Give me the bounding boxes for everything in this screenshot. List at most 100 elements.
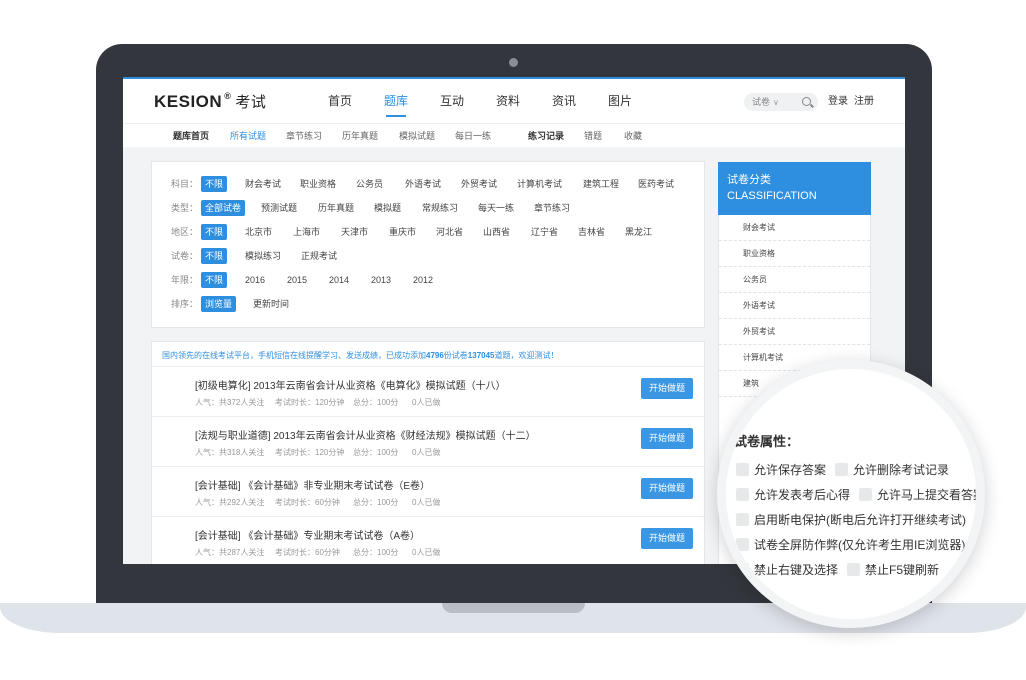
- subnav-past-exams[interactable]: 历年真题: [342, 124, 378, 148]
- filter-label: 科目：: [171, 179, 199, 189]
- start-exam-button[interactable]: 开始做题: [641, 378, 693, 399]
- filter-option[interactable]: 外语考试: [401, 176, 445, 192]
- search-icon[interactable]: [802, 97, 811, 106]
- exam-done-count: 0人已做: [412, 448, 441, 457]
- exam-popularity: 人气：共287人关注: [195, 548, 265, 557]
- question-count: 137045: [467, 351, 495, 360]
- option-allow-delete-records[interactable]: 允许删除考试记录: [835, 462, 949, 478]
- filter-option[interactable]: 章节练习: [530, 200, 574, 216]
- filter-option[interactable]: 预测试题: [257, 200, 301, 216]
- exam-title[interactable]: [会计基础] 《会计基础》非专业期末考试试卷（E卷）: [195, 477, 430, 492]
- sidebar-item[interactable]: 财会考试: [719, 215, 870, 241]
- checkbox-icon[interactable]: [736, 563, 749, 576]
- checkbox-icon[interactable]: [847, 563, 860, 576]
- subnav-bank-home[interactable]: 题库首页: [173, 124, 209, 148]
- filter-option[interactable]: 山西省: [479, 224, 514, 240]
- list-item: [法规与职业道德] 2013年云南省会计从业资格《财经法规》模拟试题（十二） 人…: [152, 417, 704, 467]
- filter-option[interactable]: 重庆市: [385, 224, 420, 240]
- search-box[interactable]: 试卷 ∨: [744, 93, 818, 111]
- filter-row-paper: 试卷： 不限 模拟练习 正规考试: [152, 247, 706, 265]
- start-exam-button[interactable]: 开始做题: [641, 528, 693, 549]
- filter-option[interactable]: 黑龙江: [621, 224, 656, 240]
- logo-cn-text: 考试: [235, 94, 267, 111]
- filter-option[interactable]: 常规练习: [418, 200, 462, 216]
- checkbox-icon[interactable]: [736, 513, 749, 526]
- filter-option[interactable]: 河北省: [432, 224, 467, 240]
- option-power-failure-protection[interactable]: 启用断电保护(断电后允许打开继续考试): [736, 512, 966, 528]
- filter-option[interactable]: 历年真题: [314, 200, 358, 216]
- option-allow-submit-view-answers[interactable]: 允许马上提交看答案: [859, 487, 976, 503]
- subnav-all-questions[interactable]: 所有试题: [230, 124, 266, 148]
- filter-option[interactable]: 天津市: [337, 224, 372, 240]
- site-logo[interactable]: KESION ® 考试: [154, 91, 266, 112]
- option-disable-f5-refresh[interactable]: 禁止F5键刷新: [847, 562, 939, 578]
- checkbox-icon[interactable]: [859, 488, 872, 501]
- checkbox-icon[interactable]: [736, 463, 749, 476]
- filter-option[interactable]: 全部试卷: [201, 200, 246, 216]
- magnifier-callout: 试卷属性： 允许保存答案 允许删除考试记录 允许发表考后心得 允许马上提交看答案…: [717, 360, 985, 628]
- subnav-wrong-questions[interactable]: 错题: [584, 124, 602, 148]
- site-header: KESION ® 考试 首页 题库 互动 资料 资讯 图片 试卷 ∨ 登录 注册: [123, 79, 905, 123]
- exam-title[interactable]: [初级电算化] 2013年云南省会计从业资格《电算化》模拟试题（十八）: [195, 377, 506, 392]
- filter-option[interactable]: 每天一练: [474, 200, 518, 216]
- filter-option[interactable]: 模拟题: [370, 200, 405, 216]
- subnav-mock-exams[interactable]: 模拟试题: [399, 124, 435, 148]
- register-link[interactable]: 注册: [854, 93, 874, 111]
- filter-option[interactable]: 更新时间: [249, 296, 293, 312]
- filter-option[interactable]: 辽宁省: [527, 224, 562, 240]
- login-link[interactable]: 登录: [828, 93, 848, 111]
- filter-option[interactable]: 2012: [409, 272, 437, 288]
- filter-option[interactable]: 模拟练习: [241, 248, 285, 264]
- exam-title[interactable]: [会计基础] 《会计基础》专业期末考试试卷（A卷）: [195, 527, 420, 542]
- sub-nav: 题库首页 所有试题 章节练习 历年真题 模拟试题 每日一练 练习记录 错题 收藏: [123, 123, 905, 147]
- sidebar-item[interactable]: 外贸考试: [719, 319, 870, 345]
- checkbox-icon[interactable]: [835, 463, 848, 476]
- checkbox-icon[interactable]: [736, 538, 749, 551]
- chevron-down-icon: ∨: [773, 98, 779, 107]
- filter-option[interactable]: 不限: [201, 224, 228, 240]
- filter-option[interactable]: 正规考试: [297, 248, 341, 264]
- filter-option[interactable]: 财会考试: [241, 176, 285, 192]
- exam-duration: 考试时长：60分钟: [275, 548, 340, 557]
- nav-materials[interactable]: 资料: [480, 79, 536, 123]
- filter-option[interactable]: 北京市: [241, 224, 276, 240]
- filter-option[interactable]: 2016: [241, 272, 269, 288]
- nav-home[interactable]: 首页: [312, 79, 368, 123]
- filter-option[interactable]: 吉林省: [574, 224, 609, 240]
- sidebar-item[interactable]: 公务员: [719, 267, 870, 293]
- subnav-chapter-practice[interactable]: 章节练习: [286, 124, 322, 148]
- option-allow-save-answers[interactable]: 允许保存答案: [736, 462, 826, 478]
- sidebar-item[interactable]: 职业资格: [719, 241, 870, 267]
- search-type-select[interactable]: 试卷: [752, 97, 770, 107]
- option-disable-right-click[interactable]: 禁止右键及选择: [736, 562, 838, 578]
- filter-option[interactable]: 建筑工程: [579, 176, 623, 192]
- subnav-practice-records[interactable]: 练习记录: [528, 124, 564, 148]
- exam-list-panel: 国内领先的在线考试平台，手机短信在线提醒学习、发送成绩，已成功添加4796份试卷…: [151, 341, 705, 564]
- filter-option[interactable]: 不限: [201, 176, 228, 192]
- start-exam-button[interactable]: 开始做题: [641, 478, 693, 499]
- filter-option[interactable]: 2014: [325, 272, 353, 288]
- option-allow-post-comments[interactable]: 允许发表考后心得: [736, 487, 850, 503]
- filter-option[interactable]: 外贸考试: [457, 176, 501, 192]
- filter-option[interactable]: 医药考试: [634, 176, 678, 192]
- subnav-favorites[interactable]: 收藏: [624, 124, 642, 148]
- nav-question-bank[interactable]: 题库: [368, 79, 424, 123]
- filter-option[interactable]: 2015: [283, 272, 311, 288]
- nav-pictures[interactable]: 图片: [592, 79, 648, 123]
- exam-title[interactable]: [法规与职业道德] 2013年云南省会计从业资格《财经法规》模拟试题（十二）: [195, 427, 536, 442]
- start-exam-button[interactable]: 开始做题: [641, 428, 693, 449]
- filter-option[interactable]: 不限: [201, 272, 228, 288]
- filter-option[interactable]: 上海市: [289, 224, 324, 240]
- sidebar-item[interactable]: 外语考试: [719, 293, 870, 319]
- filter-option[interactable]: 不限: [201, 248, 228, 264]
- subnav-daily-practice[interactable]: 每日一练: [455, 124, 491, 148]
- nav-interaction[interactable]: 互动: [424, 79, 480, 123]
- filter-option[interactable]: 公务员: [352, 176, 387, 192]
- checkbox-icon[interactable]: [736, 488, 749, 501]
- filter-option[interactable]: 计算机考试: [513, 176, 566, 192]
- option-fullscreen-anti-cheat[interactable]: 试卷全屏防作弊(仅允许考生用IE浏览器): [736, 537, 965, 553]
- filter-option[interactable]: 职业资格: [296, 176, 340, 192]
- filter-option[interactable]: 浏览量: [201, 296, 237, 312]
- nav-news[interactable]: 资讯: [536, 79, 592, 123]
- filter-option[interactable]: 2013: [367, 272, 395, 288]
